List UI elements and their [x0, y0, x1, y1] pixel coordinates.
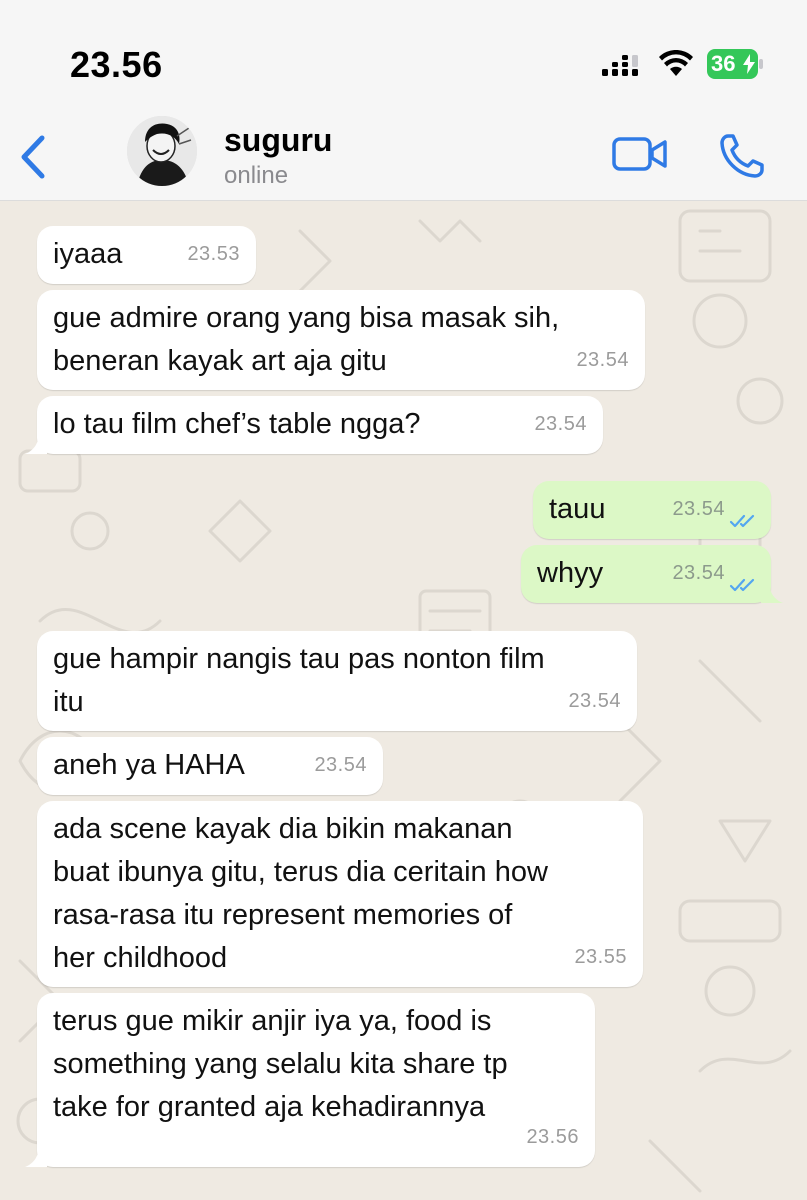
status-time: 23.56 [70, 44, 163, 85]
message-timestamp: 23.54 [568, 690, 621, 712]
battery-percentage: 36 [711, 51, 736, 76]
charging-bolt-icon [743, 54, 755, 74]
message-timestamp: 23.56 [526, 1126, 579, 1148]
read-receipt-icon [729, 578, 755, 592]
battery-indicator: 36 [707, 49, 763, 79]
message-bubble-outgoing[interactable]: whyy 23.54 [521, 545, 783, 603]
contact-status: online [224, 162, 289, 189]
message-bubble-incoming[interactable]: iyaaa 23.53 [37, 226, 256, 284]
wifi-icon [659, 50, 693, 76]
message-timestamp: 23.54 [314, 754, 367, 776]
cellular-signal-icon [602, 55, 638, 76]
avatar-image [127, 116, 197, 186]
message-timestamp: 23.55 [574, 946, 627, 968]
message-bubble-incoming[interactable]: gue admire orang yang bisa masak sih, be… [37, 290, 645, 390]
bubble-tail [25, 1145, 47, 1167]
message-bubble-incoming[interactable]: terus gue mikir anjir iya ya, food is so… [25, 993, 595, 1167]
message-text: gue admire orang yang bisa masak sih, be… [53, 302, 560, 377]
message-timestamp: 23.54 [576, 349, 629, 371]
message-text: gue hampir nangis tau pas nonton film it… [53, 643, 545, 718]
message-timestamp: 23.54 [672, 562, 725, 584]
status-bar: 23.56 36 [0, 0, 807, 100]
chat-area[interactable]: iyaaa 23.53 gue admire orang yang bisa m… [0, 201, 807, 1200]
message-text: lo tau film chef’s table ngga? [53, 408, 421, 440]
message-timestamp: 23.53 [187, 243, 240, 265]
message-bubble-incoming[interactable]: ada scene kayak dia bikin makanan buat i… [37, 801, 643, 987]
video-call-icon[interactable] [612, 136, 668, 172]
message-bubble-outgoing[interactable]: tauu 23.54 [533, 481, 771, 539]
message-bubble-incoming[interactable]: gue hampir nangis tau pas nonton film it… [37, 631, 637, 731]
back-chevron-icon[interactable] [16, 134, 50, 180]
message-bubble-incoming[interactable]: lo tau film chef’s table ngga? 23.54 [25, 396, 603, 454]
read-receipt-icon [729, 514, 755, 528]
bubble-tail [25, 432, 47, 454]
message-bubble-incoming[interactable]: aneh ya HAHA 23.54 [37, 737, 383, 795]
message-timestamp: 23.54 [672, 498, 725, 520]
message-text: ada scene kayak dia bikin makanan buat i… [53, 813, 548, 974]
message-timestamp: 23.54 [534, 413, 587, 435]
chat-header: suguru online [0, 100, 807, 201]
contact-name[interactable]: suguru [224, 122, 332, 159]
bubble-tail [761, 581, 783, 603]
phone-call-icon[interactable] [718, 132, 766, 180]
message-text: terus gue mikir anjir iya ya, food is so… [53, 1005, 508, 1123]
contact-avatar[interactable] [127, 116, 197, 186]
